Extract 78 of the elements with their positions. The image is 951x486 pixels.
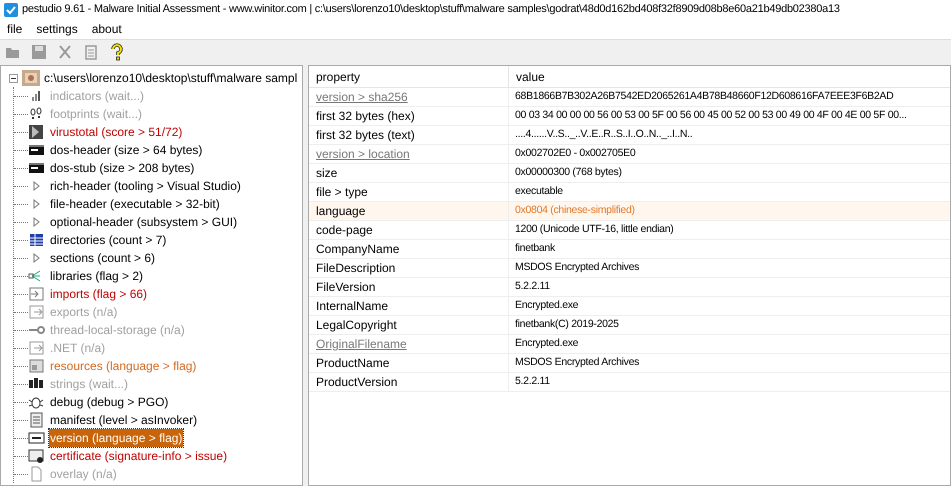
table-row[interactable]: FileDescription MSDOS Encrypted Archives (309, 259, 950, 278)
value-cell-text: executable (514, 184, 563, 200)
tree-item[interactable]: dos-header (size > 64 bytes) (49, 141, 204, 159)
property-cell: ProductName (309, 354, 509, 372)
property-cell[interactable]: OriginalFilename (309, 335, 509, 353)
value-cell-text: 0x002702E0 - 0x002705E0 (514, 146, 636, 162)
property-cell: FileVersion (309, 278, 509, 296)
export-icon (28, 304, 45, 320)
checkbox-icon (4, 2, 18, 16)
property-cell: CompanyName (309, 240, 509, 258)
tree-item[interactable]: optional-header (subsystem > GUI) (49, 213, 238, 231)
table-row[interactable]: code-page 1200 (Unicode UTF-16, little endian) (309, 221, 950, 240)
value-cell-text: MSDOS Encrypted Archives (514, 260, 640, 276)
property-cell[interactable]: version > sha256 (309, 88, 509, 106)
property-cell: FileDescription (309, 259, 509, 277)
value-cell-text: finetbank(C) 2019-2025 (514, 317, 619, 332)
property-cell: first 32 bytes (text) (309, 126, 509, 144)
value-cell-text: Encrypted.exe (514, 298, 578, 314)
tree-item[interactable]: sections (count > 6) (49, 249, 156, 267)
table-row[interactable]: first 32 bytes (hex) 00 03 34 00 00 00 56 00 53 00 5F 00 56 00 45 00 52 00 53 00 49 00 4F 00 4E 00 5F 00... (309, 107, 950, 126)
window-title: pestudio 9.61 - Malware Initial Assessment - www.winitor.com | c:\users\lorenzo10\desktop\stuff\malware samples\godrat\48d0d162bd408f32f8909d08b8e60a21b49db02380a13 (22, 2, 840, 18)
tree-item[interactable]: imports (flag > 66) (49, 285, 148, 303)
property-cell: InternalName (309, 297, 509, 315)
menu-item[interactable]: settings (36, 20, 78, 38)
value-cell-text: Encrypted.exe (514, 336, 578, 352)
tree-item[interactable]: dos-stub (size > 208 bytes) (49, 159, 196, 177)
value-cell-text: ....4......V..S.._..V..E..R..S..I..O..N.._..I..N.. (514, 127, 692, 142)
document-icon (28, 412, 45, 428)
table-row[interactable]: LegalCopyright finetbank(C) 2019-2025 (309, 316, 950, 335)
value-cell-text: 0x00000300 (768 bytes) (514, 165, 622, 180)
chevron-icon (28, 124, 45, 140)
tree-item[interactable]: file-header (executable > 32-bit) (49, 195, 221, 213)
tree-item[interactable]: certificate (signature-info > issue) (49, 447, 228, 465)
menu-item[interactable]: about (92, 20, 122, 38)
value-cell-text: 0x0804 (chinese-simplified) (514, 203, 635, 218)
version-icon (28, 430, 45, 446)
property-cell: first 32 bytes (hex) (309, 107, 509, 125)
grid-icon (28, 232, 45, 248)
value-cell-text: 1200 (Unicode UTF-16, little endian) (514, 222, 674, 238)
property-cell: file > type (309, 183, 509, 201)
tree-item[interactable]: debug (debug > PGO) (49, 393, 170, 411)
table-row[interactable]: first 32 bytes (text) ....4......V..S.._..V..E..R..S..I..O..N.._..I..N.. (309, 126, 950, 145)
property-cell: LegalCopyright (309, 316, 509, 334)
property-cell: language (309, 202, 509, 220)
property-cell[interactable]: version > location (309, 145, 509, 163)
table-row[interactable]: ProductVersion 5.2.2.11 (309, 373, 950, 392)
tree-item[interactable]: directories (count > 7) (49, 231, 168, 249)
value-cell-text: MSDOS Encrypted Archives (514, 355, 640, 370)
tree-item[interactable]: libraries (flag > 2) (49, 267, 144, 285)
table-row[interactable]: CompanyName finetbank (309, 240, 950, 259)
column-header[interactable]: property (309, 66, 509, 87)
table-row[interactable]: FileVersion 5.2.2.11 (309, 278, 950, 297)
column-header[interactable]: value (509, 66, 545, 87)
value-cell-text: 5.2.2.11 (514, 374, 550, 390)
table-row[interactable]: version > sha256 68B1866B7B302A26B7542ED2065261A4B78B48660F12D608616FA7EEE3F6B2AD (309, 88, 950, 107)
table-row[interactable]: ProductName MSDOS Encrypted Archives (309, 354, 950, 373)
tree-item[interactable]: rich-header (tooling > Visual Studio) (49, 177, 242, 195)
collapse-toggle[interactable] (9, 74, 18, 82)
table-row[interactable]: OriginalFilename Encrypted.exe (309, 335, 950, 354)
property-cell: ProductVersion (309, 373, 509, 391)
table-row[interactable]: version > location 0x002702E0 - 0x002705E0 (309, 145, 950, 164)
property-cell: size (309, 164, 509, 182)
tree-item[interactable]: version (language > flag) (49, 429, 184, 447)
table-row[interactable]: language 0x0804 (chinese-simplified) (309, 202, 950, 221)
tree-item[interactable]: virustotal (score > 51/72) (49, 123, 184, 141)
value-cell-text: 00 03 34 00 00 00 56 00 53 00 5F 00 56 00 45 00 52 00 53 00 49 00 4F 00 4E 00 5F 00... (514, 108, 907, 124)
certificate-icon (28, 448, 45, 464)
value-cell-text: finetbank (514, 241, 555, 256)
table-row[interactable]: size 0x00000300 (768 bytes) (309, 164, 950, 183)
property-cell: code-page (309, 221, 509, 239)
value-cell-text: 5.2.2.11 (514, 279, 550, 294)
value-cell-text: 68B1866B7B302A26B7542ED2065261A4B78B48660F12D608616FA7EEE3F6B2AD (514, 89, 894, 104)
table-row[interactable]: InternalName Encrypted.exe (309, 297, 950, 316)
export-icon (28, 340, 45, 356)
menu-item[interactable]: file (7, 20, 22, 38)
tree-item[interactable]: manifest (level > asInvoker) (49, 411, 198, 429)
tree-item[interactable]: resources (language > flag) (49, 357, 198, 375)
tree-root-label[interactable]: c:\users\lorenzo10\desktop\stuff\malware sampl (44, 69, 298, 87)
